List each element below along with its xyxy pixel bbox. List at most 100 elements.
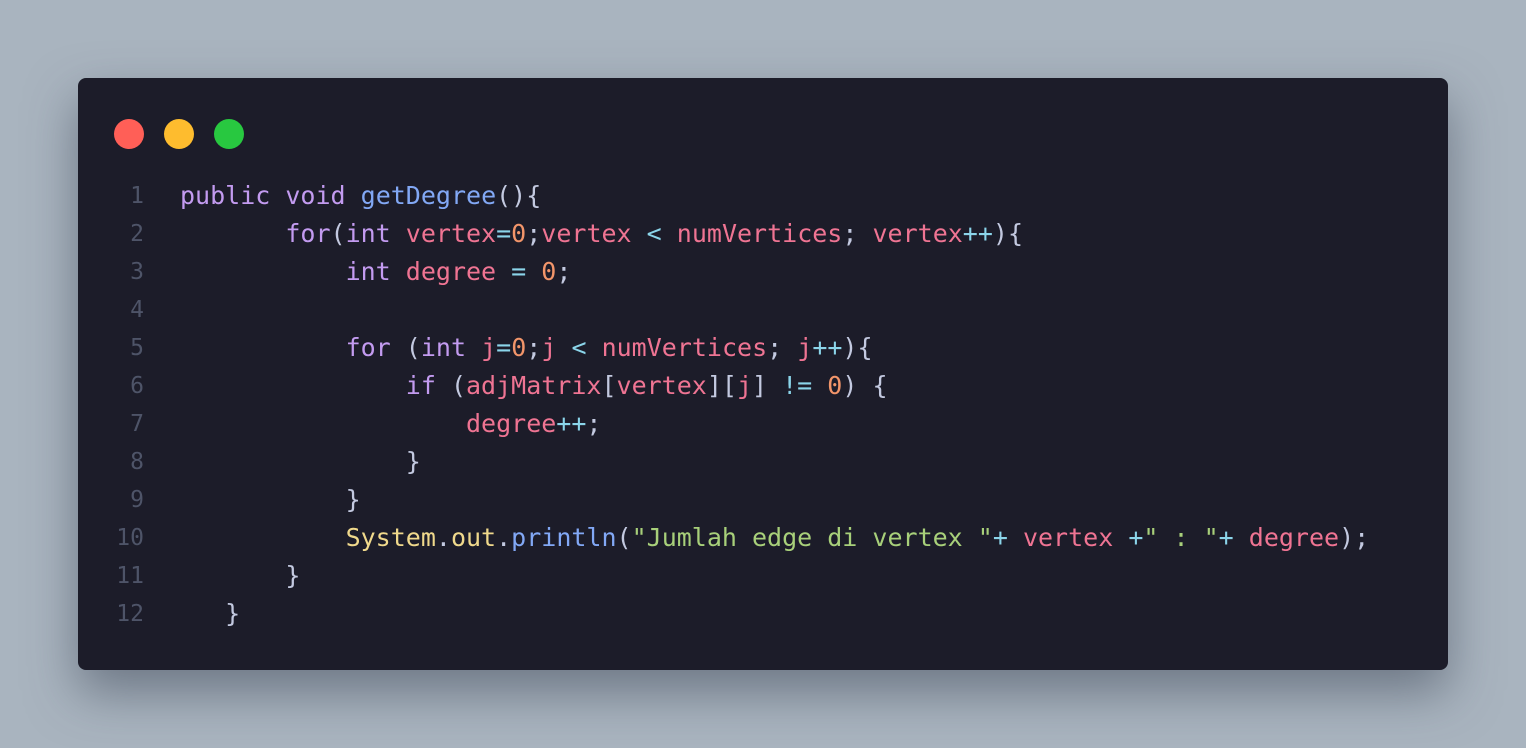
code-token: for — [285, 219, 331, 248]
code-token: } — [225, 599, 241, 628]
line-source: if (adjMatrix[vertex][j] != 0) { — [180, 367, 888, 405]
code-token: int — [345, 257, 391, 286]
code-block: 1 public void getDegree(){2 for(int verte… — [78, 177, 1448, 633]
line-number: 4 — [130, 297, 144, 323]
close-dot-icon[interactable] — [114, 119, 144, 149]
code-line: 12 } — [78, 595, 1448, 633]
code-token: ; — [526, 219, 542, 248]
line-number: 1 — [130, 183, 144, 209]
code-token: numVertices — [601, 333, 768, 362]
code-token: for — [345, 333, 391, 362]
code-token: degree — [405, 257, 497, 286]
code-line: 1 public void getDegree(){ — [78, 177, 1448, 215]
code-line: 3 int degree = 0; — [78, 253, 1448, 291]
code-token: } — [345, 485, 361, 514]
code-token: if — [405, 371, 436, 400]
code-line: 7 degree++; — [78, 405, 1448, 443]
code-line: 6 if (adjMatrix[vertex][j] != 0) { — [78, 367, 1448, 405]
code-token: " : " — [1143, 523, 1219, 552]
code-token: (){ — [496, 181, 542, 210]
line-number: 7 — [130, 411, 144, 437]
code-token: vertex — [541, 219, 632, 248]
code-token: ) { — [842, 371, 888, 400]
line-source: } — [180, 595, 240, 633]
line-number: 2 — [130, 221, 144, 247]
code-token: < — [571, 333, 587, 362]
code-token: vertex — [872, 219, 963, 248]
code-token: vertex — [405, 219, 497, 248]
code-token: j — [541, 333, 557, 362]
line-source: for(int vertex=0;vertex < numVertices; v… — [180, 215, 1023, 253]
line-number: 11 — [116, 563, 144, 589]
code-line: 11 } — [78, 557, 1448, 595]
line-source: } — [180, 443, 421, 481]
code-token: int — [420, 333, 466, 362]
code-token: ; — [526, 333, 542, 362]
line-source: degree++; — [180, 405, 601, 443]
code-token: 0 — [827, 371, 843, 400]
code-token: out — [450, 523, 497, 552]
code-token: 0 — [511, 219, 527, 248]
code-token: j — [797, 333, 813, 362]
line-source: System.out.println("Jumlah edge di verte… — [180, 519, 1370, 557]
code-token: ; — [767, 333, 798, 362]
code-token: ][ — [706, 371, 737, 400]
code-token: getDegree — [360, 181, 497, 210]
code-token: vertex — [1022, 523, 1114, 552]
code-line: 8 } — [78, 443, 1448, 481]
code-token: 0 — [511, 333, 527, 362]
code-token: int — [345, 219, 391, 248]
line-source: public void getDegree(){ — [180, 177, 541, 215]
code-token: println — [511, 523, 617, 552]
code-line: 5 for (int j=0;j < numVertices; j++){ — [78, 329, 1448, 367]
code-token: j — [481, 333, 497, 362]
code-token: != — [782, 371, 813, 400]
code-token: public — [180, 181, 271, 210]
code-token: void — [285, 181, 346, 210]
code-token: . — [435, 523, 451, 552]
line-source: } — [180, 557, 300, 595]
code-token: ){ — [842, 333, 873, 362]
code-line: 10 System.out.println("Jumlah edge di ve… — [78, 519, 1448, 557]
code-token: = — [496, 219, 512, 248]
code-token: ( — [390, 333, 421, 362]
code-token: ; — [842, 219, 873, 248]
line-number: 12 — [116, 601, 144, 627]
code-token: } — [405, 447, 421, 476]
code-token: ++ — [962, 219, 993, 248]
code-token: + — [1218, 523, 1234, 552]
code-token: = — [511, 257, 527, 286]
code-token: + — [1128, 523, 1144, 552]
code-token: ++ — [812, 333, 843, 362]
code-token: ; — [586, 409, 602, 438]
line-source: int degree = 0; — [180, 253, 572, 291]
line-number: 8 — [130, 449, 144, 475]
code-token: ( — [616, 523, 632, 552]
code-token: 0 — [541, 257, 557, 286]
line-source: for (int j=0;j < numVertices; j++){ — [180, 329, 873, 367]
code-token: < — [646, 219, 662, 248]
maximize-dot-icon[interactable] — [214, 119, 244, 149]
minimize-dot-icon[interactable] — [164, 119, 194, 149]
code-token: System — [345, 523, 436, 552]
code-token: vertex — [616, 371, 707, 400]
code-token: ++ — [556, 409, 587, 438]
